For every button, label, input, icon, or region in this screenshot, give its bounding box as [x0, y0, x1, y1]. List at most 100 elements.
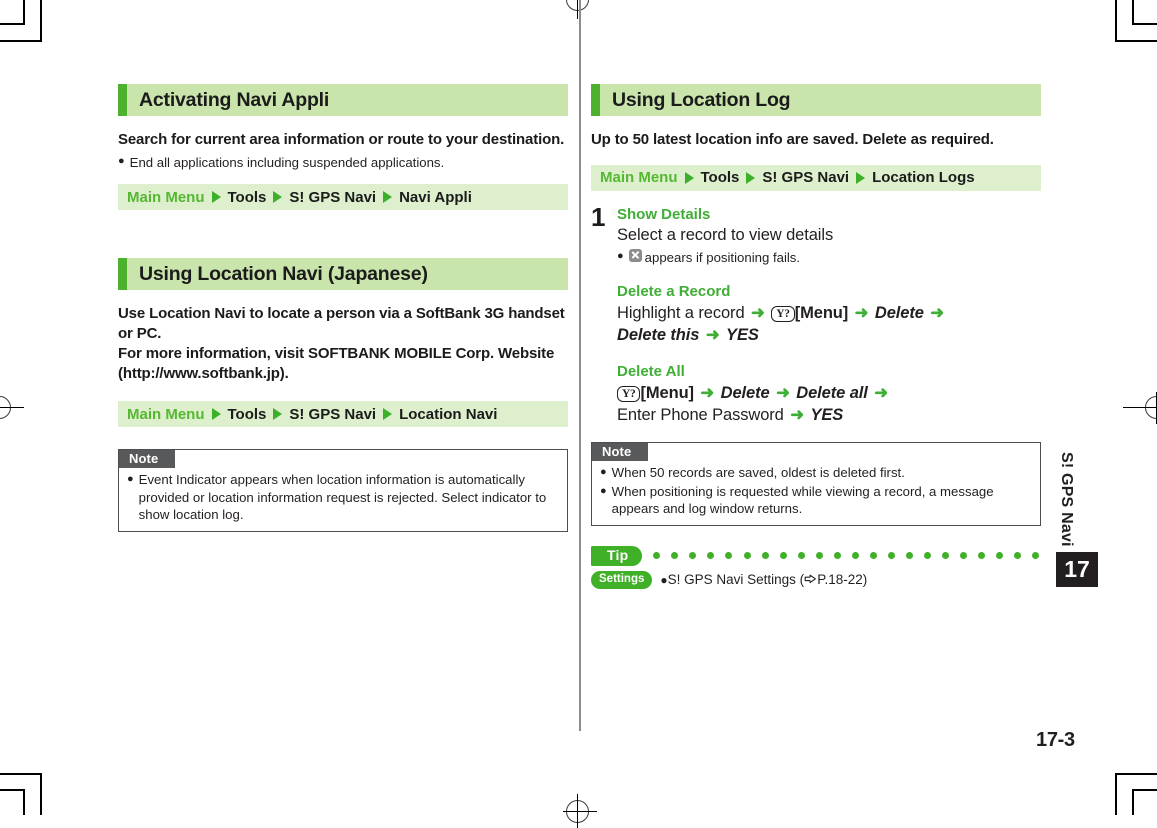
tip-dot-icon: [779, 552, 787, 560]
tip-dot-icon: [761, 552, 769, 560]
breadcrumb-node[interactable]: S! GPS Navi: [762, 169, 849, 186]
tip-dot-icon: [905, 552, 913, 560]
crop-mark-bottom-left-h: [0, 789, 25, 791]
tip-dot-icon: [815, 552, 823, 560]
bullet-text: End all applications including suspended…: [129, 154, 445, 170]
section-lead-text: Search for current area information or r…: [118, 131, 565, 148]
breadcrumb-node[interactable]: Navi Appli: [399, 189, 472, 206]
step-1: 1 Show Details Select a record to view d…: [591, 204, 1041, 426]
breadcrumb-location-navi: Main Menu Tools S! GPS Navi Location Nav…: [118, 401, 568, 428]
breadcrumb-node[interactable]: S! GPS Navi: [289, 406, 376, 423]
yahoo-key-icon: Y?: [771, 305, 795, 322]
section-lead-line-2: For more information, visit SOFTBANK MOB…: [118, 345, 555, 383]
tip-dot-icon: [1013, 552, 1021, 560]
arrow-right-icon: ➜: [874, 383, 888, 402]
heading-tick-icon: [118, 258, 127, 291]
tip-dot-icon: [689, 552, 697, 560]
breadcrumb-arrow-icon: [684, 171, 694, 184]
note-text: When positioning is requested while view…: [611, 483, 994, 517]
breadcrumb-location-logs: Main Menu Tools S! GPS Navi Location Log…: [591, 164, 1041, 191]
heading-tick-icon: [118, 84, 127, 116]
breadcrumb-arrow-icon: [273, 408, 283, 421]
arrow-right-icon: ➜: [700, 383, 715, 402]
step-body: Show Details Select a record to view det…: [617, 205, 1041, 426]
breadcrumb-arrow-icon: [856, 171, 866, 184]
breadcrumb-arrow-icon: [383, 191, 393, 204]
breadcrumb-start[interactable]: Main Menu: [127, 406, 205, 423]
section-heading-text: Activating Navi Appli: [139, 89, 330, 111]
arrow-right-icon: ➜: [751, 303, 765, 322]
yahoo-key-icon: Y?: [617, 385, 641, 402]
breadcrumb-node[interactable]: Tools: [701, 169, 740, 186]
breadcrumb-node[interactable]: Location Logs: [872, 169, 975, 186]
note-box-right: Note ● When 50 records are saved, oldest…: [591, 442, 1041, 526]
chapter-edge-label: S! GPS Navi: [1058, 452, 1075, 547]
step-instruction-delete-record-line1: Highlight a record ➜ Y? [Menu] ➜ Delete ➜: [617, 302, 1041, 324]
left-column: Activating Navi Appli Search for current…: [118, 84, 568, 532]
arrow-right-icon: ➜: [854, 303, 869, 322]
tip-dot-icon: [977, 552, 985, 560]
bullet-dot-icon: ●: [600, 484, 607, 497]
section-heading-text: Using Location Navi (Japanese): [139, 263, 428, 286]
crop-mark-top-right-h2: [1115, 40, 1157, 42]
bullet-dot-icon: ●: [617, 249, 624, 262]
breadcrumb-navi-appli: Main Menu Tools S! GPS Navi Navi Appli: [118, 184, 568, 211]
crop-mark-top-right-h: [1132, 23, 1157, 25]
breadcrumb-node[interactable]: S! GPS Navi: [289, 189, 376, 206]
error-x-icon: [628, 248, 642, 262]
note-item: ● When 50 records are saved, oldest is d…: [592, 463, 1040, 482]
chapter-number-chip: 17: [1056, 552, 1098, 587]
manual-page: Activating Navi Appli Search for current…: [0, 0, 1157, 828]
step-subheading-delete-a-record: Delete a Record: [617, 283, 731, 301]
breadcrumb-start[interactable]: Main Menu: [600, 169, 678, 186]
arrow-right-icon: ➜: [790, 405, 804, 424]
instruction-prefix: Highlight a record: [617, 303, 745, 322]
note-item: ● Event Indicator appears when location …: [119, 470, 567, 524]
bullet-dot-icon: ●: [127, 473, 134, 486]
arrow-right-icon: ➜: [930, 303, 945, 322]
tip-block: Tip Settings ●S! GPS Navi Settings (P.18…: [591, 545, 1041, 589]
tip-dot-icon: [725, 552, 733, 560]
menu-option: Delete all: [796, 383, 868, 402]
crop-mark-bottom-right-v: [1132, 790, 1134, 815]
breadcrumb-node[interactable]: Tools: [228, 406, 267, 423]
note-badge: Note: [119, 450, 176, 469]
breadcrumb-start[interactable]: Main Menu: [127, 189, 205, 206]
step-subheading-show-details: Show Details: [617, 205, 711, 223]
crop-mark-top-right-v: [1132, 0, 1134, 25]
crop-mark-bottom-left-h2: [0, 773, 42, 775]
key-label: [Menu]: [640, 383, 694, 402]
arrow-right-icon: ➜: [776, 383, 790, 402]
breadcrumb-arrow-icon: [383, 408, 393, 421]
tip-dot-icon: [707, 552, 715, 560]
settings-badge: Settings: [591, 570, 653, 589]
crop-mark-bottom-right-h2: [1115, 773, 1157, 775]
filled-dot-icon: ●: [660, 573, 668, 588]
breadcrumb-node[interactable]: Tools: [228, 189, 267, 206]
tip-dot-icon: [833, 552, 841, 560]
tip-dot-icon: [869, 552, 877, 560]
breadcrumb-arrow-icon: [273, 191, 283, 204]
tip-dot-icon: [995, 552, 1003, 560]
tip-entry-text: ●S! GPS Navi Settings (P.18-22): [660, 572, 867, 587]
tip-reference[interactable]: P.18-22: [817, 572, 863, 587]
note-text: Event Indicator appears when location in…: [138, 472, 547, 523]
registration-mark-right: [1123, 392, 1157, 424]
section-lead-text: Up to 50 latest location info are saved.…: [591, 131, 994, 148]
tip-dot-icon: [797, 552, 805, 560]
registration-mark-bottom: [563, 794, 597, 828]
page-folio: 17-3: [1036, 729, 1075, 751]
tip-text-before: S! GPS Navi Settings (: [667, 572, 805, 588]
note-item: ● When positioning is requested while vi…: [592, 482, 1040, 518]
tip-dot-icon: [743, 552, 751, 560]
instruction-prefix: Enter Phone Password: [617, 405, 784, 424]
crop-mark-top-right-v2: [1115, 0, 1117, 42]
bullet-dot-icon: ●: [118, 154, 125, 167]
crop-mark-top-left-h: [0, 23, 25, 25]
crop-mark-bottom-right-v2: [1115, 773, 1117, 815]
section-heading-text: Using Location Log: [612, 89, 791, 111]
step-subheading-delete-all: Delete All: [617, 363, 685, 381]
heading-tick-icon: [591, 84, 600, 116]
breadcrumb-node[interactable]: Location Navi: [399, 406, 497, 423]
bullet-text: appears if positioning fails.: [644, 249, 801, 265]
